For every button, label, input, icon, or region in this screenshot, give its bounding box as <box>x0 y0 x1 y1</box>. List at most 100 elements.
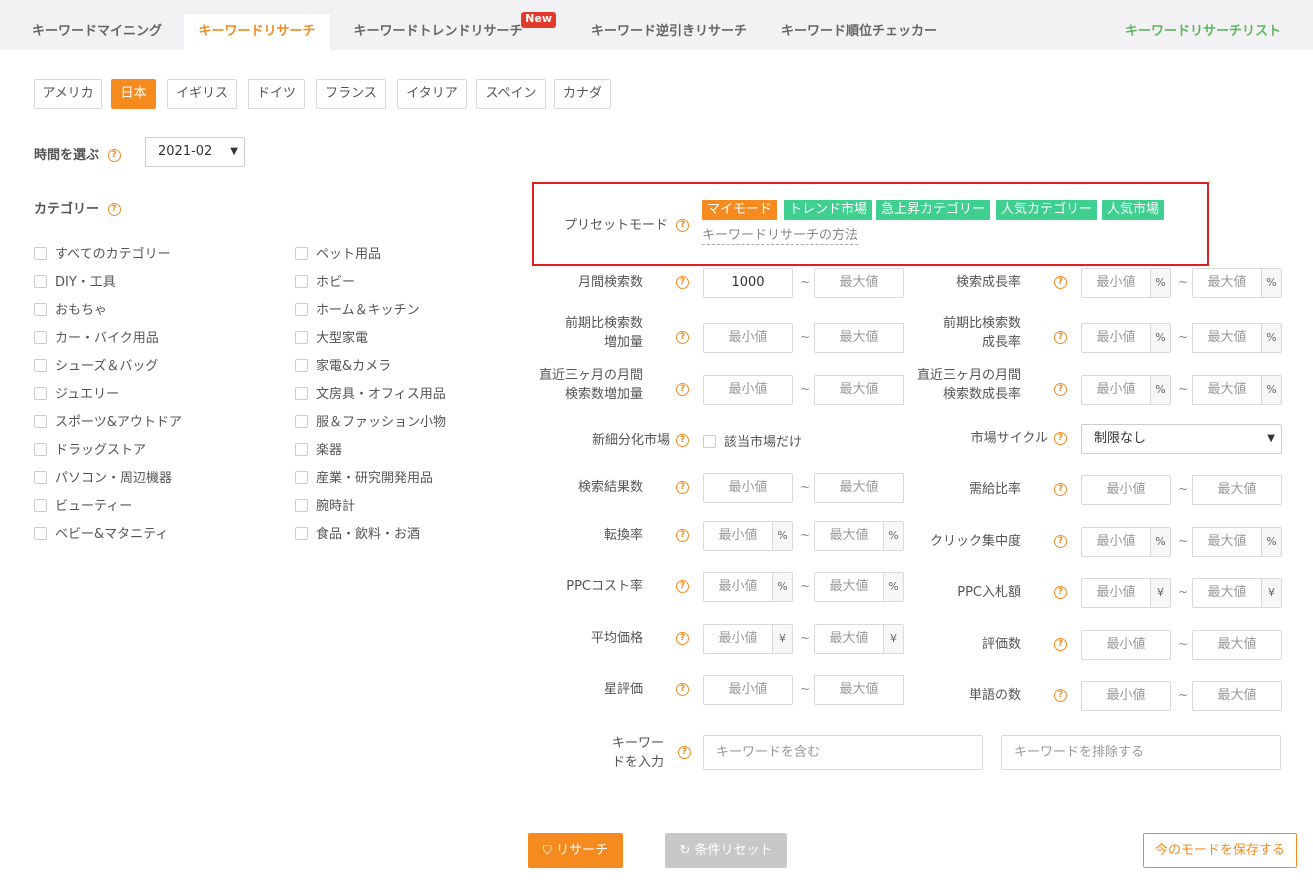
help-icon[interactable]: ? <box>1054 432 1067 445</box>
help-icon[interactable]: ? <box>676 434 689 447</box>
search-growth-min-input[interactable]: 最小値% <box>1081 268 1171 298</box>
word-count-max-input[interactable]: 最大値 <box>1192 681 1282 711</box>
help-icon[interactable]: ? <box>676 331 689 344</box>
niche-checkbox[interactable]: 該当市場だけ <box>703 431 802 450</box>
help-icon[interactable]: ? <box>107 203 121 216</box>
country-jp-button[interactable]: 日本 <box>111 79 156 109</box>
save-mode-button[interactable]: 今のモードを保存する <box>1143 833 1297 868</box>
tab-keyword-mining[interactable]: キーワードマイニング <box>18 14 176 50</box>
category-checkbox-item[interactable]: おもちゃ <box>34 302 107 320</box>
country-es-button[interactable]: スペイン <box>476 79 546 109</box>
help-icon[interactable]: ? <box>1054 689 1067 702</box>
help-icon[interactable]: ? <box>1054 586 1067 599</box>
preset-tag-popular-market[interactable]: 人気市場 <box>1102 200 1165 220</box>
tab-keyword-trend-research[interactable]: キーワードトレンドリサーチ New <box>338 12 556 50</box>
ppc-cost-min-input[interactable]: 最小値% <box>703 572 793 602</box>
category-checkbox-item[interactable]: 食品・飲料・お酒 <box>295 526 420 544</box>
keyword-exclude-input[interactable]: キーワードを排除する <box>1001 735 1281 770</box>
tab-reverse-keyword-research[interactable]: キーワード逆引きリサーチ <box>578 14 760 50</box>
monthly-search-min-input[interactable]: 1000 <box>703 268 793 298</box>
category-checkbox-item[interactable]: ホーム＆キッチン <box>295 302 420 320</box>
conversion-max-input[interactable]: 最大値% <box>814 521 904 551</box>
recent3-increase-max-input[interactable]: 最大値 <box>814 375 904 405</box>
help-icon[interactable]: ? <box>676 529 689 542</box>
help-icon[interactable]: ? <box>1054 276 1067 289</box>
avg-price-max-input[interactable]: 最大値 ¥ <box>814 624 904 654</box>
country-uk-button[interactable]: イギリス <box>167 79 237 109</box>
category-checkbox-item[interactable]: 産業・研究開発用品 <box>295 470 433 488</box>
category-checkbox-item[interactable]: スポーツ&アウトドア <box>34 414 182 432</box>
category-checkbox-item[interactable]: ジュエリー <box>34 386 119 404</box>
recent3-increase-min-input[interactable]: 最小値 <box>703 375 793 405</box>
help-icon[interactable]: ? <box>676 481 689 494</box>
review-count-max-input[interactable]: 最大値 <box>1192 630 1282 660</box>
help-icon[interactable]: ? <box>676 580 689 593</box>
result-count-max-input[interactable]: 最大値 <box>814 473 904 503</box>
help-icon[interactable]: ? <box>1054 383 1067 396</box>
country-us-button[interactable]: アメリカ <box>34 79 102 109</box>
supply-demand-max-input[interactable]: 最大値 <box>1192 475 1282 505</box>
preset-tag-trend-market[interactable]: トレンド市場 <box>784 200 873 220</box>
help-icon[interactable]: ? <box>1054 535 1067 548</box>
help-icon[interactable]: ? <box>676 383 689 396</box>
category-checkbox-item[interactable]: ビューティー <box>34 498 132 516</box>
category-checkbox-item[interactable]: 家電&カメラ <box>295 358 391 376</box>
category-checkbox-item[interactable]: ホビー <box>295 274 355 292</box>
prev-growth-min-input[interactable]: 最小値% <box>1081 323 1171 353</box>
prev-increase-min-input[interactable]: 最小値 <box>703 323 793 353</box>
help-icon[interactable]: ? <box>678 746 691 759</box>
country-fr-button[interactable]: フランス <box>316 79 386 109</box>
help-icon[interactable]: ? <box>107 149 121 162</box>
help-icon[interactable]: ? <box>1054 483 1067 496</box>
recent3-growth-min-input[interactable]: 最小値% <box>1081 375 1171 405</box>
country-ca-button[interactable]: カナダ <box>554 79 611 109</box>
prev-growth-max-input[interactable]: 最大値% <box>1192 323 1282 353</box>
word-count-min-input[interactable]: 最小値 <box>1081 681 1171 711</box>
research-method-link[interactable]: キーワードリサーチの方法 <box>702 228 859 245</box>
preset-tag-rising-category[interactable]: 急上昇カテゴリー <box>876 200 991 220</box>
help-icon[interactable]: ? <box>676 219 690 232</box>
help-icon[interactable]: ? <box>1054 331 1067 344</box>
click-concentration-max-input[interactable]: 最大値% <box>1192 527 1282 557</box>
category-checkbox-item[interactable]: ベビー&マタニティ <box>34 526 168 544</box>
category-checkbox-item[interactable]: シューズ＆バッグ <box>34 358 158 376</box>
conversion-min-input[interactable]: 最小値% <box>703 521 793 551</box>
star-rating-max-input[interactable]: 最大値 <box>814 675 904 705</box>
category-checkbox-item[interactable]: 服＆ファッション小物 <box>295 414 446 432</box>
category-checkbox-item[interactable]: パソコン・周辺機器 <box>34 470 172 488</box>
category-checkbox-item[interactable]: 楽器 <box>295 442 342 460</box>
reset-button[interactable]: ↻ 条件リセット <box>665 833 787 868</box>
monthly-search-max-input[interactable]: 最大値 <box>814 268 904 298</box>
keyword-research-list-link[interactable]: キーワードリサーチリスト <box>1125 14 1281 50</box>
category-checkbox-item[interactable]: ペット用品 <box>295 246 381 264</box>
help-icon[interactable]: ? <box>676 632 689 645</box>
category-checkbox-item[interactable]: ドラッグストア <box>34 442 146 460</box>
ppc-bid-max-input[interactable]: 最大値 ¥ <box>1192 578 1282 608</box>
result-count-min-input[interactable]: 最小値 <box>703 473 793 503</box>
review-count-min-input[interactable]: 最小値 <box>1081 630 1171 660</box>
help-icon[interactable]: ? <box>1054 638 1067 651</box>
preset-tag-popular-category[interactable]: 人気カテゴリー <box>996 200 1098 220</box>
category-checkbox-item[interactable]: 腕時計 <box>295 498 355 516</box>
ppc-bid-min-input[interactable]: 最小値 ¥ <box>1081 578 1171 608</box>
search-growth-max-input[interactable]: 最大値% <box>1192 268 1282 298</box>
ppc-cost-max-input[interactable]: 最大値% <box>814 572 904 602</box>
star-rating-min-input[interactable]: 最小値 <box>703 675 793 705</box>
tab-keyword-research[interactable]: キーワードリサーチ <box>184 14 330 50</box>
recent3-growth-max-input[interactable]: 最大値% <box>1192 375 1282 405</box>
tab-keyword-rank-checker[interactable]: キーワード順位チェッカー <box>768 14 950 50</box>
country-it-button[interactable]: イタリア <box>397 79 467 109</box>
supply-demand-min-input[interactable]: 最小値 <box>1081 475 1171 505</box>
category-checkbox-item[interactable]: すべてのカテゴリー <box>34 246 171 264</box>
click-concentration-min-input[interactable]: 最小値% <box>1081 527 1171 557</box>
market-cycle-select[interactable]: 制限なし ▼ <box>1081 424 1282 454</box>
preset-tag-my-mode[interactable]: マイモード <box>702 200 778 220</box>
help-icon[interactable]: ? <box>676 276 689 289</box>
avg-price-min-input[interactable]: 最小値 ¥ <box>703 624 793 654</box>
category-checkbox-item[interactable]: DIY・工具 <box>34 274 116 292</box>
category-checkbox-item[interactable]: カー・バイク用品 <box>34 330 159 348</box>
prev-increase-max-input[interactable]: 最大値 <box>814 323 904 353</box>
help-icon[interactable]: ? <box>676 683 689 696</box>
keyword-include-input[interactable]: キーワードを含む <box>703 735 983 770</box>
category-checkbox-item[interactable]: 大型家電 <box>295 330 368 348</box>
